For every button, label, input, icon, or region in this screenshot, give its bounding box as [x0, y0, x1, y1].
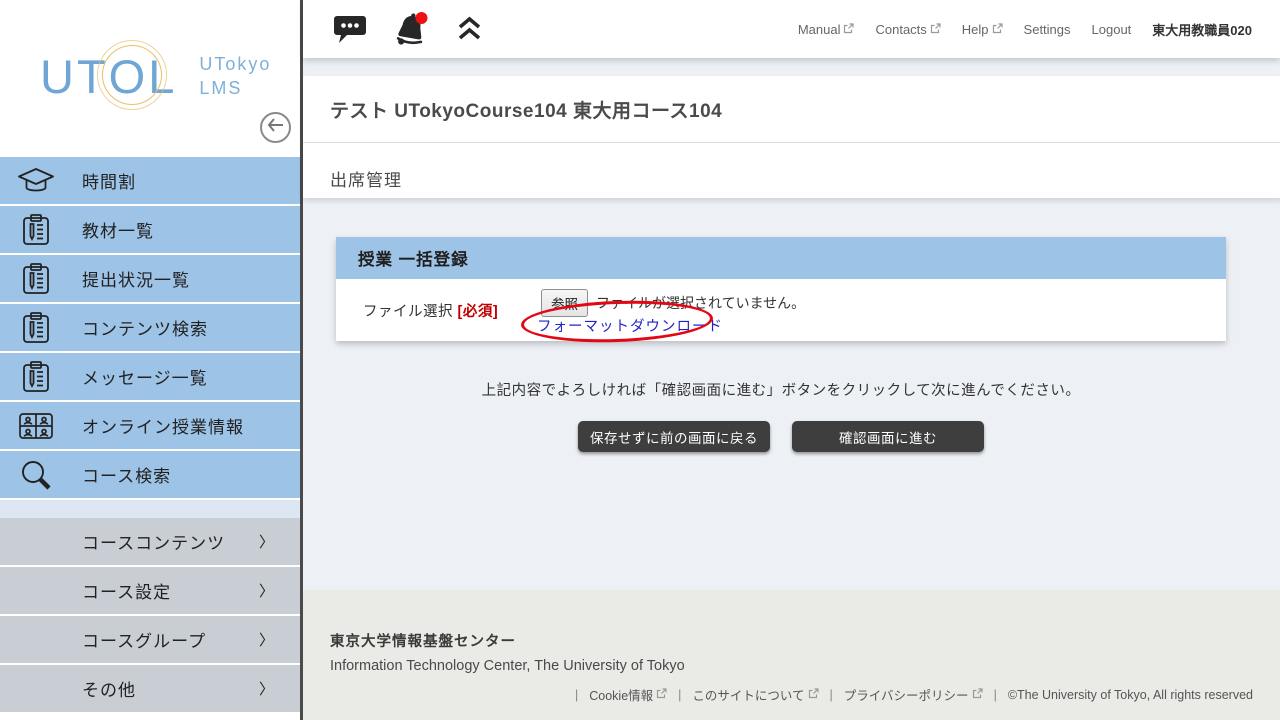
file-select-label: ファイル選択 [必須]: [363, 300, 498, 321]
logout-link[interactable]: Logout: [1092, 22, 1132, 37]
sidebar-item-course-contents[interactable]: コースコンテンツ 〉: [0, 518, 300, 567]
panel-title: 授業 一括登録: [358, 246, 469, 270]
sidebar-item-course-group[interactable]: コースグループ 〉: [0, 616, 300, 665]
logo-subtitle: UTokyo LMS: [199, 52, 271, 101]
sidebar-item-label: メッセージ一覧: [82, 364, 208, 389]
sidebar-item-messages[interactable]: メッセージ一覧: [0, 353, 300, 402]
sidebar-menu-course: コースコンテンツ 〉 コース設定 〉 コースグループ 〉 その他 〉: [0, 518, 300, 714]
copyright-text: ©The University of Tokyo, All rights res…: [1008, 688, 1253, 702]
sidebar: UTOL UTokyo LMS 時間割: [0, 0, 300, 720]
notifications-bell-icon[interactable]: [393, 11, 431, 48]
sidebar-item-label: 時間割: [82, 168, 136, 193]
messages-icon[interactable]: [333, 14, 367, 45]
cookie-info-link[interactable]: Cookie情報: [589, 685, 667, 704]
instruction-text: 上記内容でよろしければ「確認画面に進む」ボタンをクリックして次に進んでください。: [336, 379, 1226, 400]
page-header: テスト UTokyoCourse104 東大用コース104 出席管理: [303, 76, 1280, 198]
main-area: Manual Contacts Help Settings Logout 東大用…: [300, 0, 1280, 720]
footer-org-english: Information Technology Center, The Unive…: [303, 651, 1280, 674]
clipboard-icon: [16, 360, 56, 394]
about-site-link[interactable]: このサイトについて: [692, 685, 818, 704]
online-class-icon: [16, 412, 56, 440]
topbar-links: Manual Contacts Help Settings Logout 東大用…: [798, 20, 1252, 39]
course-title: テスト UTokyoCourse104 東大用コース104: [303, 76, 1280, 123]
search-icon: [16, 458, 56, 492]
logo-text: UTOL: [40, 53, 177, 100]
sidebar-item-course-settings[interactable]: コース設定 〉: [0, 567, 300, 616]
sidebar-item-label: オンライン授業情報: [82, 413, 244, 438]
topbar: Manual Contacts Help Settings Logout 東大用…: [303, 0, 1280, 58]
footer-links: | Cookie情報 | このサイトについて | プライバシーポリシー | ©T…: [303, 674, 1280, 704]
no-file-selected-text: ファイルが選択されていません。: [596, 293, 805, 313]
chevron-right-icon: 〉: [259, 531, 274, 552]
external-link-icon: [992, 22, 1003, 37]
separator: |: [830, 688, 833, 702]
privacy-policy-link[interactable]: プライバシーポリシー: [844, 685, 983, 704]
clipboard-icon: [16, 213, 56, 247]
external-link-icon: [656, 688, 667, 702]
external-link-icon: [930, 22, 941, 37]
clipboard-icon: [16, 311, 56, 345]
separator: |: [678, 688, 681, 702]
footer: 東京大学情報基盤センター Information Technology Cent…: [303, 590, 1280, 720]
contacts-link[interactable]: Contacts: [875, 22, 940, 37]
separator: |: [575, 688, 578, 702]
action-buttons: 保存せずに前の画面に戻る 確認画面に進む: [336, 421, 1226, 452]
logo-area: UTOL UTokyo LMS: [0, 0, 300, 157]
collapse-topbar-icon[interactable]: [457, 15, 482, 43]
clipboard-icon: [16, 262, 56, 296]
utol-logo: UTOL UTokyo LMS: [40, 52, 271, 101]
format-download-link[interactable]: フォーマットダウンロード: [537, 315, 723, 336]
back-without-saving-button[interactable]: 保存せずに前の画面に戻る: [578, 421, 770, 452]
sidebar-item-submission-status[interactable]: 提出状況一覧: [0, 255, 300, 304]
chevron-right-icon: 〉: [259, 678, 274, 699]
sidebar-spacer: [0, 500, 300, 518]
sidebar-item-materials[interactable]: 教材一覧: [0, 206, 300, 255]
sidebar-item-online-class-info[interactable]: オンライン授業情報: [0, 402, 300, 451]
user-name: 東大用教職員020: [1152, 20, 1252, 39]
settings-link[interactable]: Settings: [1024, 22, 1071, 37]
sidebar-item-label: コースグループ: [82, 627, 206, 652]
graduation-cap-icon: [16, 166, 56, 196]
chevron-right-icon: 〉: [259, 629, 274, 650]
proceed-to-confirmation-button[interactable]: 確認画面に進む: [792, 421, 984, 452]
panel-header: 授業 一括登録: [336, 237, 1226, 279]
panel-body: ファイル選択 [必須] 参照 ファイルが選択されていません。 フォーマットダウン…: [336, 279, 1226, 341]
chevron-right-icon: 〉: [259, 580, 274, 601]
external-link-icon: [808, 688, 819, 702]
sidebar-item-label: コンテンツ検索: [82, 315, 208, 340]
browse-button[interactable]: 参照: [541, 289, 588, 317]
notification-dot: [416, 12, 428, 24]
sidebar-item-content-search[interactable]: コンテンツ検索: [0, 304, 300, 353]
sidebar-item-course-search[interactable]: コース検索: [0, 451, 300, 500]
sidebar-item-label: 提出状況一覧: [82, 266, 190, 291]
sidebar-item-label: コース設定: [82, 578, 171, 603]
sidebar-menu: 時間割 教材一覧 提出状況一覧: [0, 157, 300, 500]
help-link[interactable]: Help: [962, 22, 1003, 37]
bulk-register-panel: 授業 一括登録 ファイル選択 [必須] 参照 ファイルが選択されていません。 フ…: [336, 237, 1226, 341]
sidebar-item-label: コース検索: [82, 462, 171, 487]
footer-org-japanese: 東京大学情報基盤センター: [303, 590, 1280, 651]
file-input: 参照 ファイルが選択されていません。: [541, 289, 805, 317]
sidebar-item-label: コースコンテンツ: [82, 529, 225, 554]
content-area: 授業 一括登録 ファイル選択 [必須] 参照 ファイルが選択されていません。 フ…: [303, 198, 1280, 590]
sidebar-item-label: その他: [82, 676, 136, 701]
external-link-icon: [972, 688, 983, 702]
external-link-icon: [843, 22, 854, 37]
separator: |: [994, 688, 997, 702]
manual-link[interactable]: Manual: [798, 22, 855, 37]
sidebar-item-others[interactable]: その他 〉: [0, 665, 300, 714]
sidebar-collapse-button[interactable]: [260, 112, 291, 143]
arrow-left-icon: [267, 118, 284, 137]
page-title: 出席管理: [303, 143, 1280, 191]
sidebar-item-timetable[interactable]: 時間割: [0, 157, 300, 206]
sidebar-item-label: 教材一覧: [82, 217, 154, 242]
required-badge: [必須]: [458, 304, 499, 320]
logo-o-rings: O: [109, 53, 149, 100]
